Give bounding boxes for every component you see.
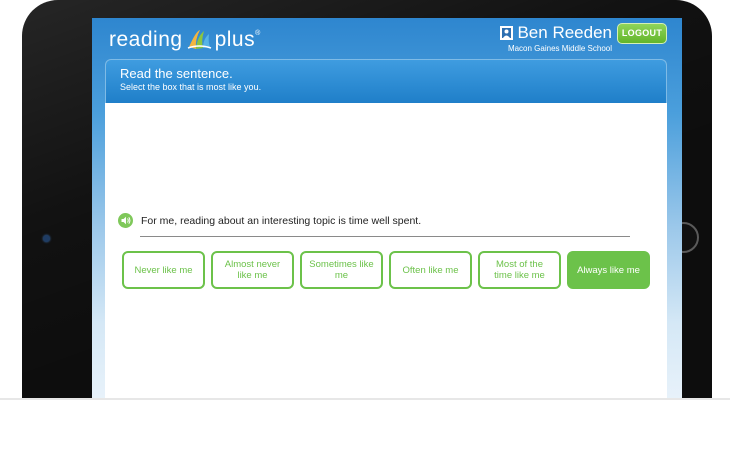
instruction-subtitle: Select the box that is most like you. <box>120 82 262 92</box>
sentence-divider <box>140 236 630 237</box>
app-screen: reading plus ® Ben Reeden Macon Gaines M… <box>92 18 682 400</box>
option-always-like-me[interactable]: Always like me <box>567 251 650 289</box>
brand-word-plus: plus <box>214 28 256 51</box>
app-header: reading plus ® Ben Reeden Macon Gaines M… <box>92 18 682 60</box>
option-almost-never-like-me[interactable]: Almost never like me <box>211 251 294 289</box>
user-line: Ben Reeden <box>500 23 612 43</box>
speaker-icon[interactable] <box>118 213 133 228</box>
brand-logo[interactable]: reading plus ® <box>109 26 260 54</box>
answer-options: Never like me Almost never like me Somet… <box>122 251 650 289</box>
tablet-frame: reading plus ® Ben Reeden Macon Gaines M… <box>22 0 712 400</box>
logout-button[interactable]: LOGOUT <box>617 23 667 44</box>
question-row: For me, reading about an interesting top… <box>118 213 421 228</box>
instruction-bar: Read the sentence. Select the box that i… <box>105 59 667 103</box>
user-block: Ben Reeden Macon Gaines Middle School <box>500 23 612 53</box>
option-often-like-me[interactable]: Often like me <box>389 251 472 289</box>
instruction-title: Read the sentence. <box>120 66 233 81</box>
question-sentence: For me, reading about an interesting top… <box>141 214 422 227</box>
option-never-like-me[interactable]: Never like me <box>122 251 205 289</box>
page-divider <box>0 398 730 400</box>
user-icon <box>500 26 514 40</box>
school-name: Macon Gaines Middle School <box>507 44 612 53</box>
option-sometimes-like-me[interactable]: Sometimes like me <box>300 251 383 289</box>
camera-icon <box>43 235 50 242</box>
option-most-of-the-time-like-me[interactable]: Most of the time like me <box>478 251 561 289</box>
reading-plus-logo-icon <box>187 30 211 49</box>
stage: reading plus ® Ben Reeden Macon Gaines M… <box>0 0 730 454</box>
question-panel: For me, reading about an interesting top… <box>105 103 667 400</box>
registered-mark: ® <box>255 30 261 37</box>
brand-word-reading: reading <box>109 28 183 51</box>
user-name: Ben Reeden <box>517 23 612 42</box>
